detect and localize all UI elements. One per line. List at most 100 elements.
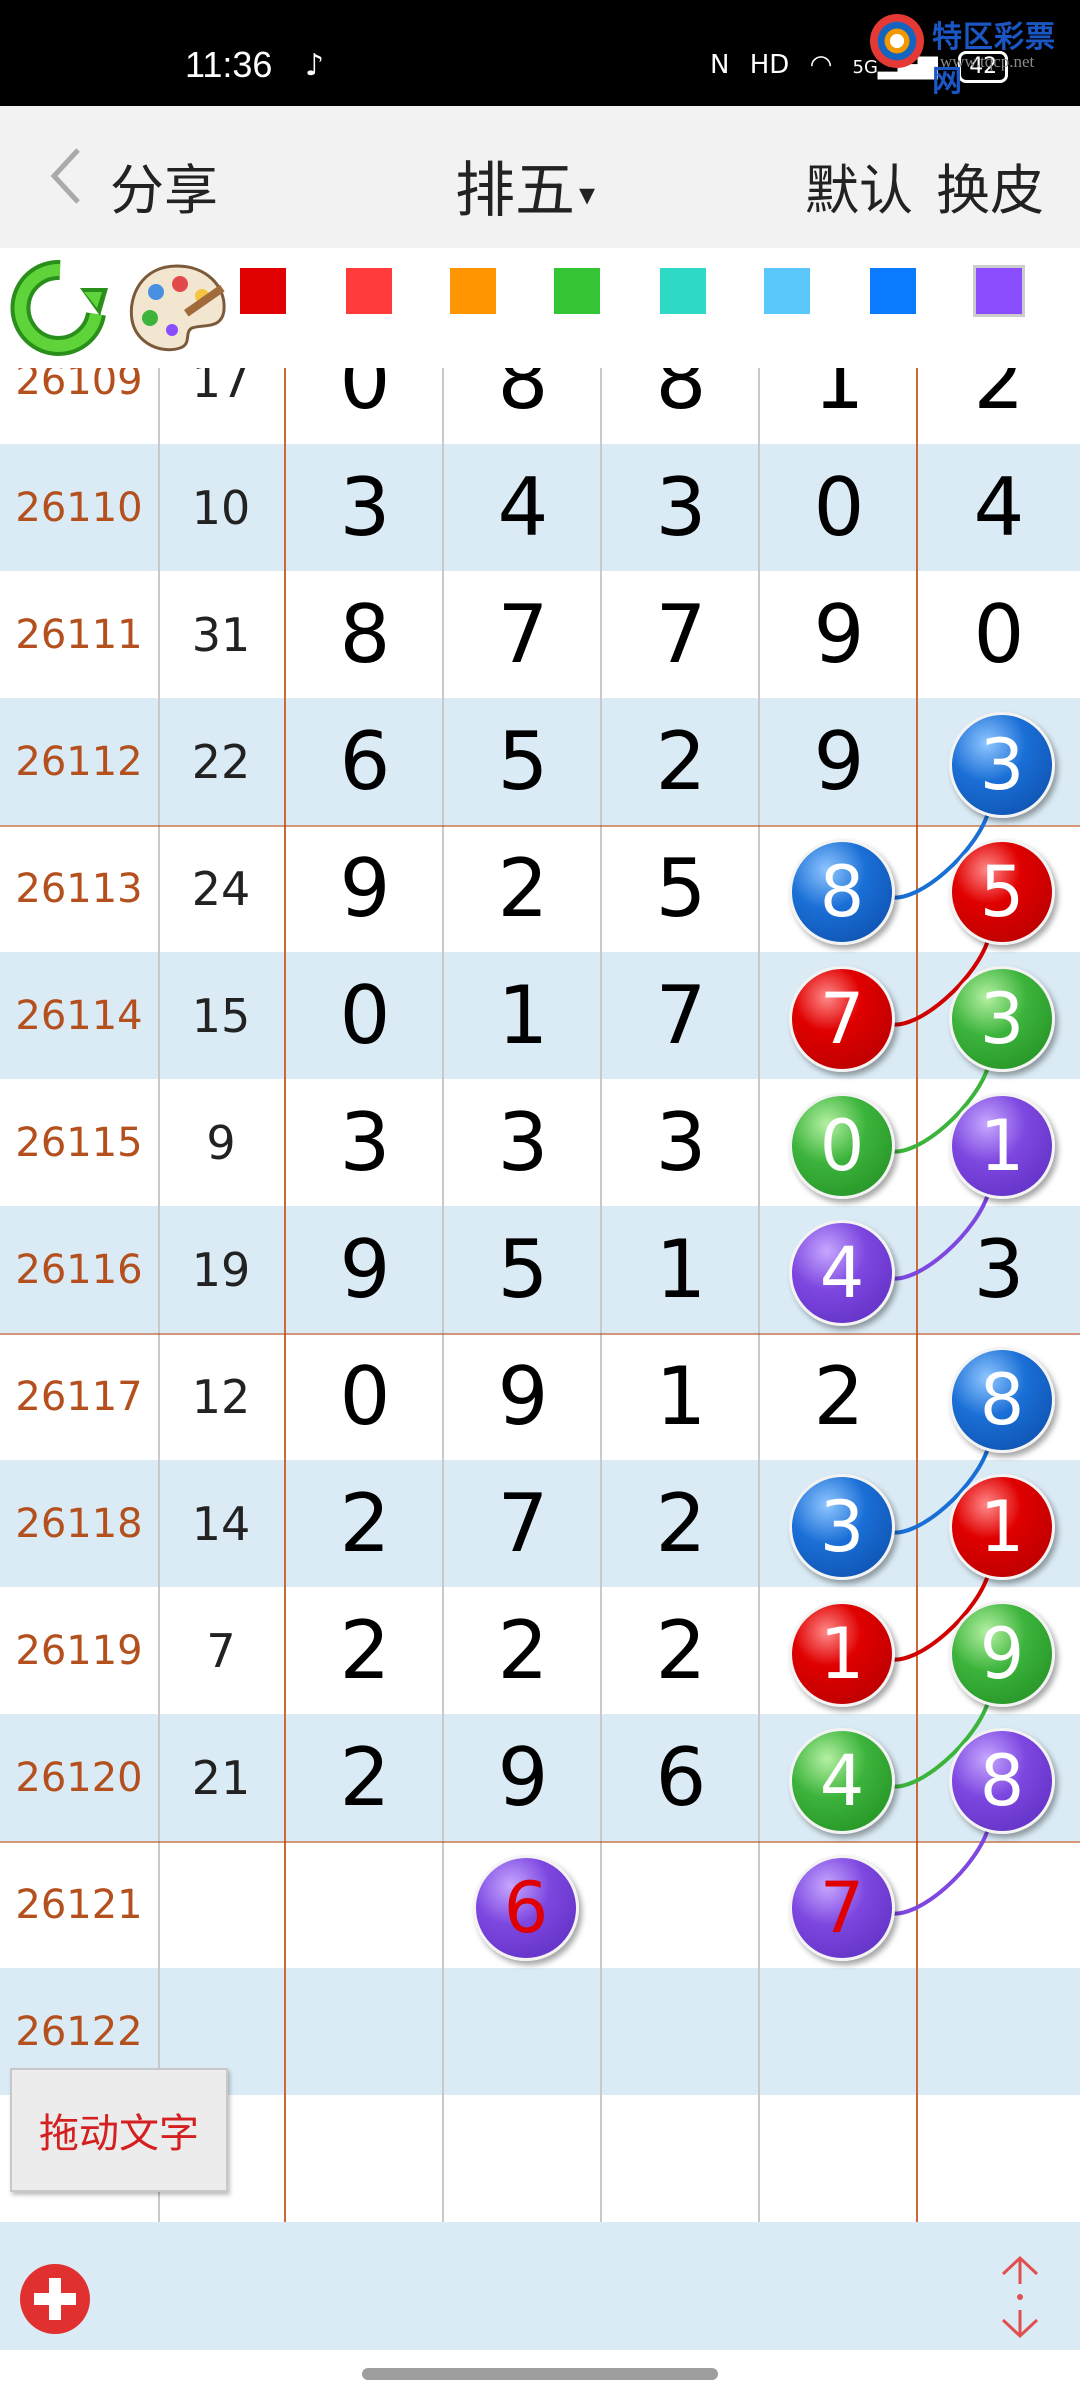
grid-divider (600, 368, 602, 2222)
period-number: 26109 (15, 368, 143, 404)
home-indicator[interactable] (362, 2368, 718, 2380)
blue-number-ball[interactable]: 3 (789, 1473, 895, 1580)
green-number-ball[interactable]: 0 (789, 1092, 895, 1199)
digit-cell (444, 1968, 602, 2095)
purple-number-ball[interactable]: 1 (949, 1092, 1055, 1199)
green-number-ball[interactable]: 3 (949, 965, 1055, 1072)
share-button[interactable]: 分享 (110, 146, 218, 225)
default-button[interactable]: 默认 (805, 159, 913, 222)
digit-cell (286, 1968, 444, 2095)
watermark: 特区彩票网 www.tqcp.net (870, 10, 1080, 99)
digit-cell (918, 1968, 1080, 2095)
purple-number-ball[interactable]: 4 (789, 1219, 895, 1326)
digit-cell: 2 (497, 1604, 549, 1697)
color-swatch-teal[interactable] (660, 268, 706, 314)
nav-right-actions: 默认 换皮 (805, 146, 1044, 225)
sum-value: 24 (191, 861, 251, 916)
resize-vertical-icon[interactable] (995, 2252, 1045, 2342)
watermark-url: www.tqcp.net (940, 52, 1035, 71)
nav-bar: 分享 排五 ▾ 默认 换皮 (0, 106, 1080, 248)
table-row: 26109 17 0 8 8 1 2 (0, 368, 1080, 444)
table-row: 26119 7 2 2 2 (0, 1587, 1080, 1714)
add-icon[interactable] (18, 2262, 92, 2336)
period-number: 26120 (15, 1754, 143, 1801)
grid-divider (158, 368, 160, 2222)
color-swatch-light-blue[interactable] (764, 268, 810, 314)
sum-value (158, 1841, 284, 1968)
blue-number-ball[interactable]: 8 (949, 1346, 1055, 1453)
red-number-ball[interactable]: 5 (949, 838, 1055, 945)
color-swatch-purple[interactable] (973, 265, 1025, 317)
digit-cell: 3 (655, 461, 707, 554)
digit-cell: 3 (655, 1096, 707, 1189)
chevron-left-icon[interactable] (40, 144, 100, 208)
digit-cell (286, 2095, 444, 2222)
color-swatch-green[interactable] (554, 268, 600, 314)
sum-value: 12 (191, 1369, 251, 1424)
sum-value: 21 (191, 1750, 251, 1805)
table-row: 26113 24 9 2 5 (0, 825, 1080, 952)
palette-icon[interactable] (122, 258, 232, 358)
red-number-ball[interactable]: 1 (949, 1473, 1055, 1580)
green-number-ball[interactable]: 4 (789, 1727, 895, 1834)
digit-cell: 0 (813, 461, 865, 554)
period-number: 26118 (15, 1500, 143, 1547)
tiktok-icon: ♪ (305, 48, 325, 83)
purple-number-ball[interactable]: 8 (949, 1727, 1055, 1834)
table-row: 26112 22 6 5 2 9 (0, 698, 1080, 825)
green-number-ball[interactable]: 9 (949, 1600, 1055, 1707)
digit-cell (602, 1841, 760, 1968)
digit-cell (444, 2095, 602, 2222)
color-swatch-blue[interactable] (870, 268, 916, 314)
digit-cell: 3 (339, 461, 391, 554)
sum-value: 9 (206, 1115, 236, 1170)
grid-divider (758, 368, 760, 2222)
change-skin-button[interactable]: 换皮 (936, 159, 1044, 222)
digit-cell: 3 (339, 1096, 391, 1189)
sum-value: 19 (191, 1242, 251, 1297)
refresh-icon[interactable] (10, 258, 110, 358)
color-swatch-orange[interactable] (450, 268, 496, 314)
grid-divider (916, 368, 918, 2222)
digit-cell: 2 (655, 1604, 707, 1697)
digit-cell: 0 (339, 1350, 391, 1443)
blue-number-ball[interactable]: 8 (789, 838, 895, 945)
digit-cell: 2 (339, 1731, 391, 1824)
digit-cell: 3 (973, 1223, 1025, 1316)
color-swatch-light-red[interactable] (346, 268, 392, 314)
digit-cell: 0 (339, 368, 391, 427)
blue-number-ball[interactable]: 3 (949, 711, 1055, 818)
bottom-bar (0, 2222, 1080, 2350)
color-swatch-red[interactable] (240, 268, 286, 314)
digit-cell: 2 (655, 715, 707, 808)
digit-cell (918, 2095, 1080, 2222)
digit-cell: 8 (339, 588, 391, 681)
table-row: 26111 31 8 7 7 9 0 (0, 571, 1080, 698)
digit-cell: 5 (497, 715, 549, 808)
purple-number-ball[interactable]: 6 (473, 1854, 579, 1961)
status-time: 11:36 (185, 44, 273, 85)
digit-cell: 9 (339, 842, 391, 935)
page-title: 排五 (455, 156, 575, 226)
digit-cell: 0 (973, 588, 1025, 681)
drag-text-button[interactable]: 拖动文字 (10, 2068, 228, 2192)
lottery-type-dropdown[interactable]: 排五 ▾ (455, 142, 595, 229)
group-separator (0, 1333, 1080, 1335)
red-number-ball[interactable]: 7 (789, 965, 895, 1072)
trend-table[interactable]: 26109 17 0 8 8 1 2 26110 10 3 4 3 0 4 26111 31 8 7 7 9 0 2611… (0, 368, 1080, 2222)
digit-cell: 1 (655, 1223, 707, 1316)
grid-divider (284, 368, 286, 2222)
period-number: 26119 (15, 1627, 143, 1674)
table-row: 26117 12 0 9 1 2 (0, 1333, 1080, 1460)
digit-cell: 7 (497, 1477, 549, 1570)
digit-cell (602, 1968, 760, 2095)
table-row: 26114 15 0 1 7 (0, 952, 1080, 1079)
table-row: 26115 9 3 3 3 (0, 1079, 1080, 1206)
digit-cell: 5 (655, 842, 707, 935)
red-number-ball[interactable]: 1 (789, 1600, 895, 1707)
period-number: 26110 (15, 484, 143, 531)
digit-cell: 4 (497, 461, 549, 554)
table-row: 26120 21 2 9 6 (0, 1714, 1080, 1841)
purple-number-ball[interactable]: 7 (789, 1854, 895, 1961)
status-bar: 11:36 ♪ N HD ◠ 5G▂▄▆ 42 特区彩票网 www.tqcp.n… (0, 0, 1080, 106)
